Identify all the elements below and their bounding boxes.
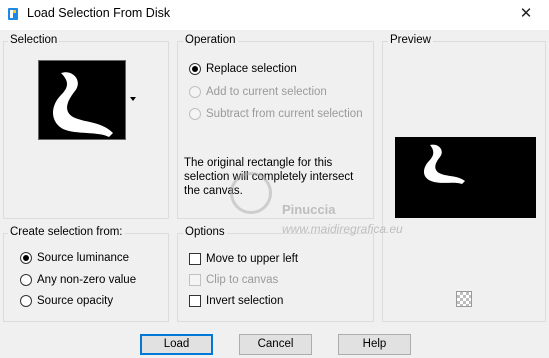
add-to-selection-label: Add to current selection xyxy=(206,86,327,98)
invert-selection-label: Invert selection xyxy=(206,295,284,307)
any-non-zero-label: Any non-zero value xyxy=(37,274,137,286)
operation-description: The original rectangle for this selectio… xyxy=(184,157,354,197)
move-to-upper-left-label: Move to upper left xyxy=(206,253,299,265)
help-button[interactable]: Help xyxy=(338,334,411,355)
radio-indicator xyxy=(189,108,201,120)
cancel-button[interactable]: Cancel xyxy=(239,334,312,355)
options-group-title: Options xyxy=(183,226,227,238)
radio-indicator xyxy=(20,252,32,264)
any-non-zero-radio[interactable]: Any non-zero value xyxy=(20,274,136,286)
chevron-down-icon[interactable] xyxy=(130,97,136,101)
move-to-upper-left-checkbox[interactable]: Move to upper left xyxy=(189,253,298,265)
selection-group-title: Selection xyxy=(8,34,60,46)
radio-indicator xyxy=(189,63,201,75)
title-bar: Load Selection From Disk ✕ xyxy=(0,0,549,30)
operation-group-title: Operation xyxy=(183,34,238,46)
create-from-group-title: Create selection from: xyxy=(8,226,125,238)
window-title: Load Selection From Disk xyxy=(27,6,171,20)
subtract-from-selection-label: Subtract from current selection xyxy=(206,108,363,120)
source-opacity-radio[interactable]: Source opacity xyxy=(20,295,113,307)
preview-image xyxy=(395,137,536,218)
preview-group-title: Preview xyxy=(388,34,433,46)
checkbox-indicator xyxy=(189,253,201,265)
checkerboard-icon[interactable] xyxy=(456,291,472,307)
clip-to-canvas-label: Clip to canvas xyxy=(206,274,279,286)
invert-selection-checkbox[interactable]: Invert selection xyxy=(189,295,283,307)
source-opacity-label: Source opacity xyxy=(37,295,114,307)
source-luminance-radio[interactable]: Source luminance xyxy=(20,252,129,264)
preview-shape-icon xyxy=(424,144,465,184)
paintshop-icon xyxy=(8,8,18,20)
radio-indicator xyxy=(20,295,32,307)
checkbox-indicator xyxy=(189,295,201,307)
load-button[interactable]: Load xyxy=(140,334,213,355)
radio-indicator xyxy=(189,86,201,98)
source-luminance-label: Source luminance xyxy=(37,252,130,264)
selection-thumbnail[interactable] xyxy=(38,60,126,140)
radio-indicator xyxy=(20,274,32,286)
checkbox-indicator xyxy=(189,274,201,286)
replace-selection-radio[interactable]: Replace selection xyxy=(189,63,297,75)
add-to-selection-radio[interactable]: Add to current selection xyxy=(189,86,327,98)
close-button[interactable]: ✕ xyxy=(509,3,543,25)
selection-shape-icon xyxy=(53,72,113,137)
subtract-from-selection-radio[interactable]: Subtract from current selection xyxy=(189,108,363,120)
replace-selection-label: Replace selection xyxy=(206,63,297,75)
clip-to-canvas-checkbox[interactable]: Clip to canvas xyxy=(189,274,278,286)
